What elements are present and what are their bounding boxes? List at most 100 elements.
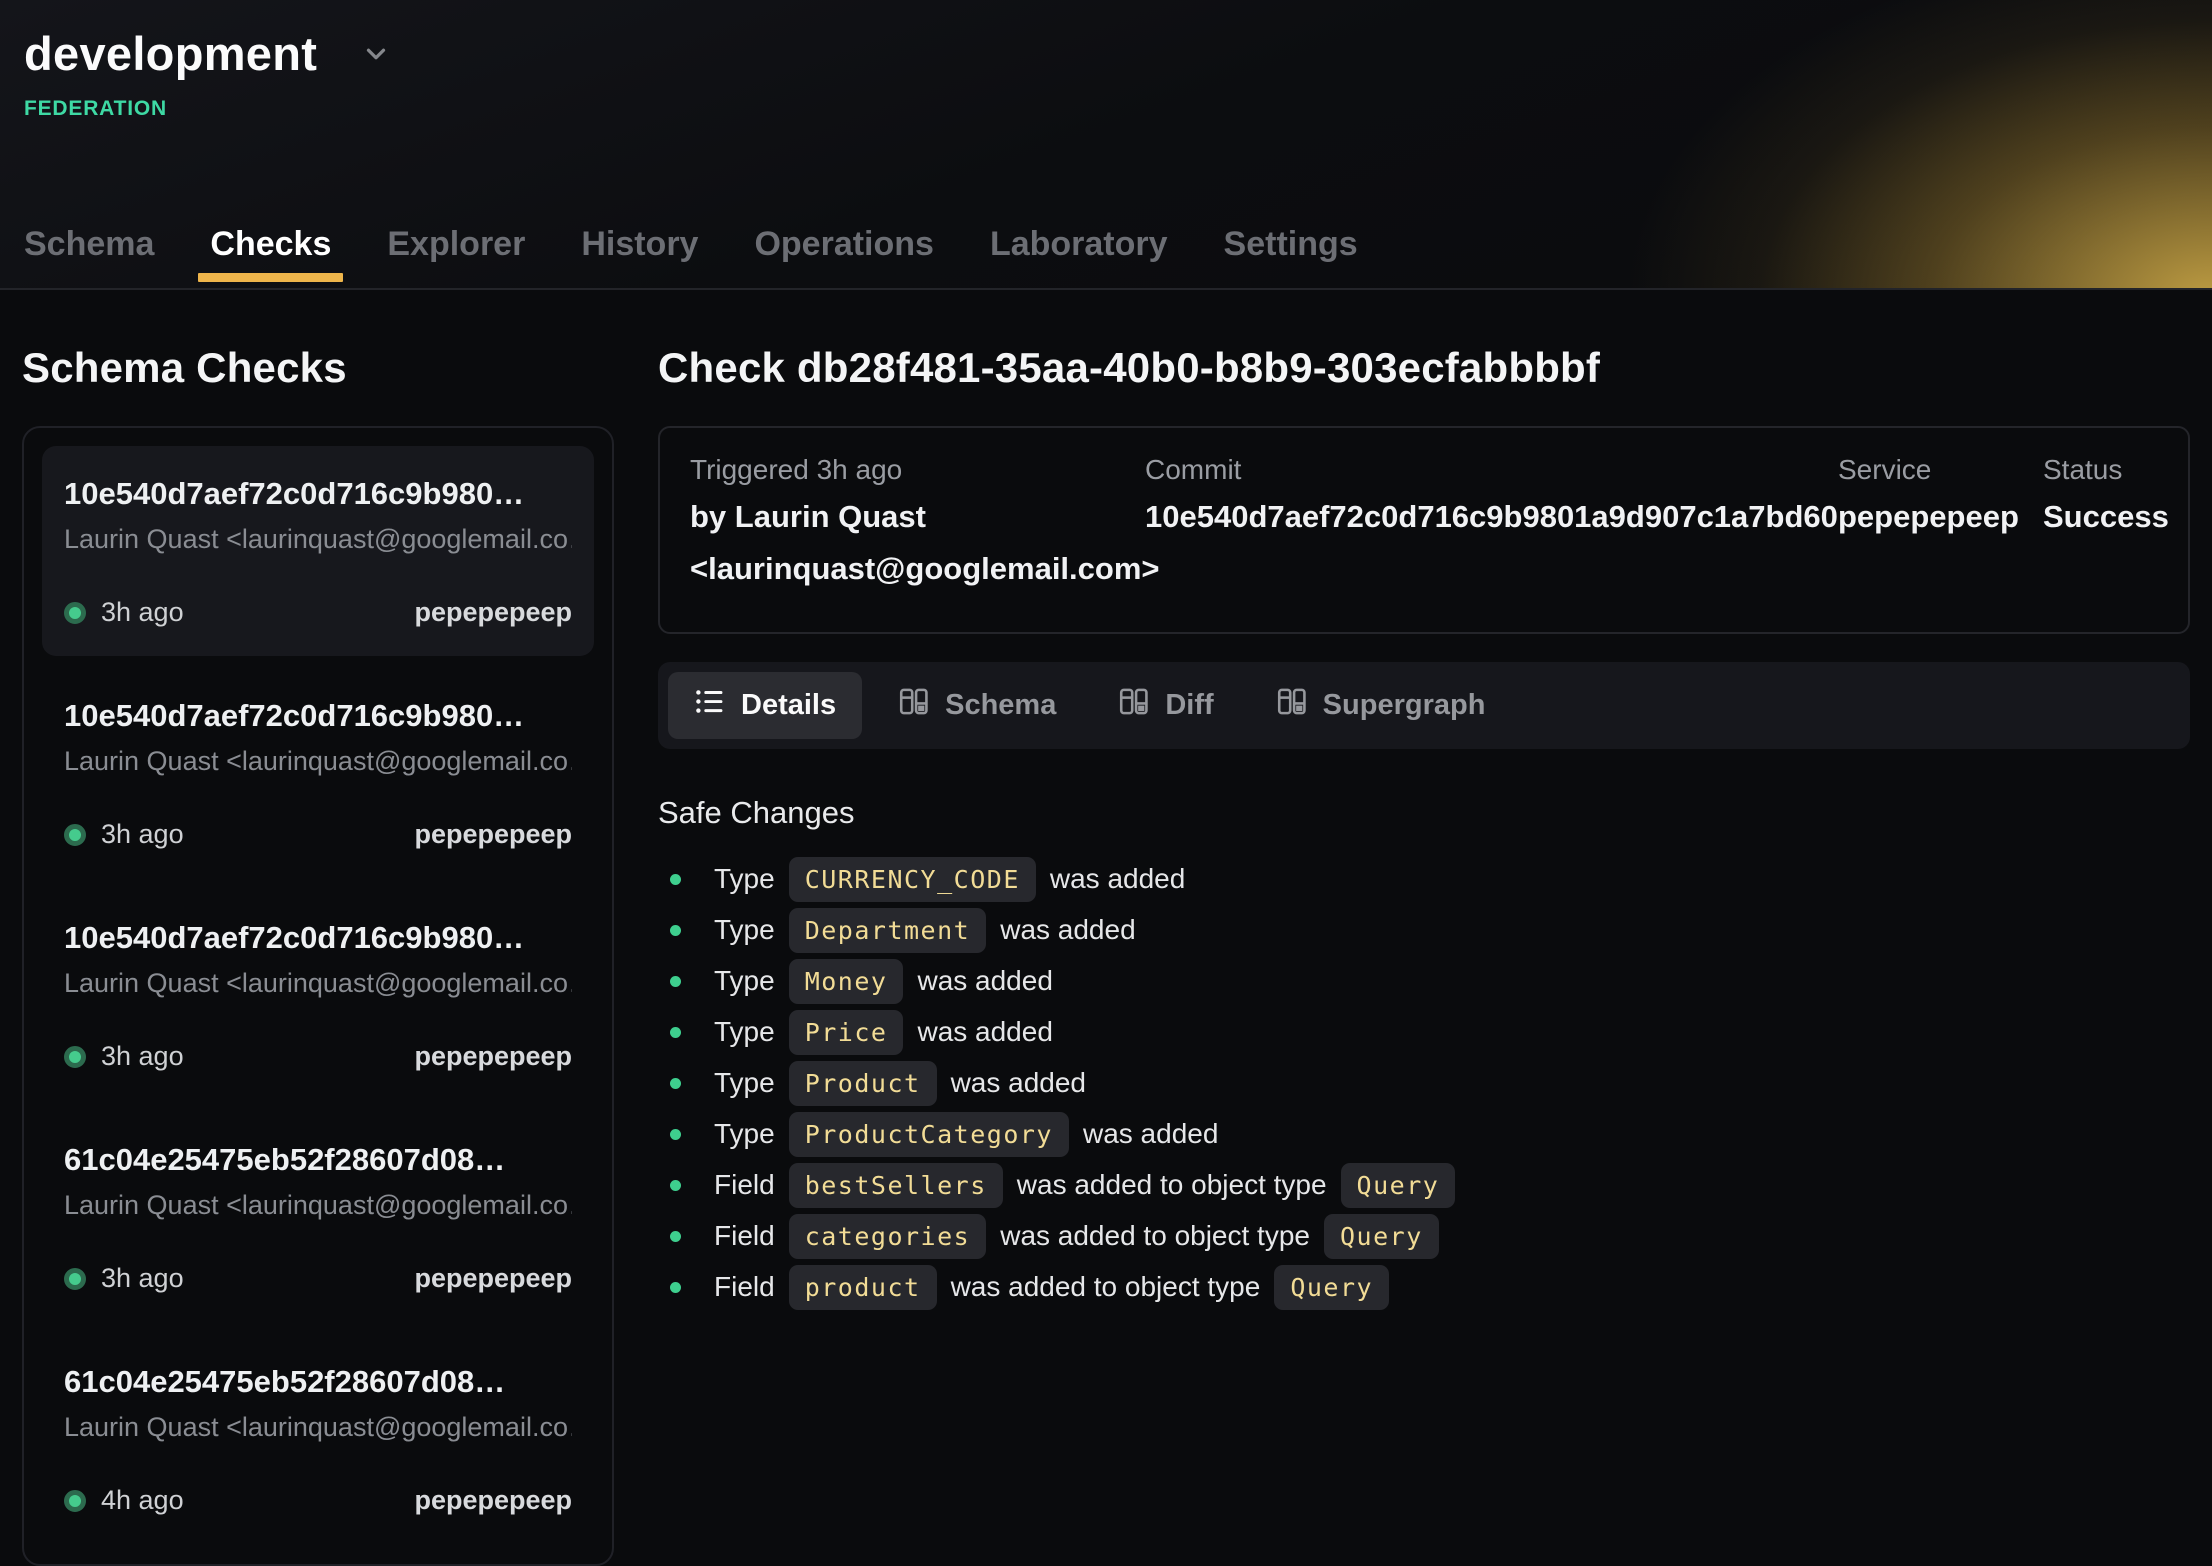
columns-icon	[1276, 686, 1307, 725]
code-chip: CURRENCY_CODE	[789, 857, 1036, 902]
check-service: pepepepeep	[414, 597, 572, 628]
tab-history[interactable]: History	[565, 225, 714, 290]
change-kind: Field	[714, 1169, 775, 1201]
view-tab-label: Schema	[945, 689, 1056, 722]
chevron-down-icon[interactable]	[361, 39, 391, 69]
triggered-email: <laurinquast@googlemail.com>	[690, 548, 1145, 590]
check-id: 10e540d7aef72c0d716c9b980…	[64, 698, 572, 734]
project-title-row: development	[24, 26, 2212, 81]
change-item: Type Price was added	[658, 1010, 2190, 1055]
change-item: Type Product was added	[658, 1061, 2190, 1106]
check-item-meta: 3h ago pepepepeep	[64, 1041, 572, 1072]
view-tab-label: Supergraph	[1323, 689, 1486, 722]
safe-changes-heading: Safe Changes	[658, 795, 2190, 831]
check-item-meta: 4h ago pepepepeep	[64, 1485, 572, 1516]
change-item: TypeProductCategorywas added	[658, 1112, 2190, 1157]
code-chip: Query	[1274, 1265, 1389, 1310]
check-item-meta: 3h ago pepepepeep	[64, 597, 572, 628]
change-text: was added	[1050, 863, 1185, 895]
columns-icon	[898, 686, 929, 725]
check-service: pepepepeep	[414, 1041, 572, 1072]
check-author: Laurin Quast <laurinquast@googlemail.co…	[64, 746, 572, 777]
service-label: Service	[1838, 454, 2043, 486]
code-chip: categories	[789, 1214, 987, 1259]
change-kind: Type	[714, 914, 775, 946]
change-text: was added	[951, 1067, 1086, 1099]
change-kind: Type	[714, 863, 775, 895]
view-tab-label: Diff	[1165, 689, 1213, 722]
tab-schema[interactable]: Schema	[8, 225, 170, 290]
check-service: pepepepeep	[414, 1485, 572, 1516]
check-service: pepepepeep	[414, 819, 572, 850]
check-list-item[interactable]: 10e540d7aef72c0d716c9b980…Laurin Quast <…	[42, 446, 594, 656]
project-header: development FEDERATION Schema Checks Explo…	[0, 0, 2212, 290]
view-tab-diff[interactable]: Diff	[1092, 672, 1239, 739]
commit-label: Commit	[1145, 454, 1838, 486]
tab-explorer[interactable]: Explorer	[371, 225, 541, 290]
code-chip: Product	[789, 1061, 937, 1106]
change-kind: Type	[714, 1067, 775, 1099]
code-chip: bestSellers	[789, 1163, 1003, 1208]
main-content: Schema Checks 10e540d7aef72c0d716c9b980……	[0, 290, 2212, 1566]
check-list-item[interactable]: 61c04e25475eb52f28607d08…Laurin Quast <l…	[42, 1334, 594, 1544]
bullet-dot-icon	[670, 1078, 681, 1089]
code-chip: Query	[1324, 1214, 1439, 1259]
meta-commit-column: Commit 10e540d7aef72c0d716c9b9801a9d907c…	[1145, 454, 1838, 590]
triggered-by: by Laurin Quast	[690, 496, 1145, 538]
check-list-item[interactable]: 10e540d7aef72c0d716c9b980… Laurin Quast <…	[42, 668, 594, 878]
check-time: 3h ago	[101, 597, 184, 628]
change-kind: Field	[714, 1220, 775, 1252]
change-text: was added to object type	[1017, 1169, 1327, 1201]
project-title: development	[24, 26, 317, 81]
tab-laboratory[interactable]: Laboratory	[974, 225, 1184, 290]
check-author: Laurin Quast <laurinquast@googlemail.co…	[64, 1190, 572, 1221]
view-tab-details[interactable]: Details	[668, 672, 862, 739]
status-dot-icon	[64, 1490, 86, 1512]
check-item-meta: 3h ago pepepepeep	[64, 819, 572, 850]
tab-operations[interactable]: Operations	[738, 225, 949, 290]
change-kind: Type	[714, 965, 775, 997]
bullet-dot-icon	[670, 976, 681, 987]
schema-checks-heading: Schema Checks	[22, 344, 614, 392]
code-chip: Price	[789, 1010, 904, 1055]
check-list-item[interactable]: 10e540d7aef72c0d716c9b980…Laurin Quast <…	[42, 890, 594, 1100]
bullet-dot-icon	[670, 1129, 681, 1140]
view-tab-supergraph[interactable]: Supergraph	[1250, 672, 1512, 739]
project-type-badge: FEDERATION	[24, 97, 2212, 121]
schema-checks-panel: Schema Checks 10e540d7aef72c0d716c9b980……	[22, 290, 614, 1566]
change-text: was added	[917, 1016, 1052, 1048]
check-time: 3h ago	[101, 1263, 184, 1294]
check-meta-box: Triggered 3h ago by Laurin Quast <laurin…	[658, 426, 2190, 634]
tab-checks[interactable]: Checks	[194, 225, 347, 290]
check-time: 3h ago	[101, 1041, 184, 1072]
check-time: 3h ago	[101, 819, 184, 850]
status-dot-icon	[64, 1268, 86, 1290]
change-item: Fieldproductwas added to object typeQuer…	[658, 1265, 2190, 1310]
check-time: 4h ago	[101, 1485, 184, 1516]
code-chip: product	[789, 1265, 937, 1310]
code-chip: Department	[789, 908, 987, 953]
check-list-item[interactable]: 61c04e25475eb52f28607d08…Laurin Quast <l…	[42, 1112, 594, 1322]
page: development FEDERATION Schema Checks Explo…	[0, 0, 2212, 1566]
check-id: 61c04e25475eb52f28607d08…	[64, 1364, 572, 1400]
bullet-dot-icon	[670, 1180, 681, 1191]
change-item: Fieldcategorieswas added to object typeQ…	[658, 1214, 2190, 1259]
columns-icon	[1118, 686, 1149, 725]
service-value: pepepepeep	[1838, 496, 2043, 538]
list-icon	[694, 686, 725, 725]
bullet-dot-icon	[670, 874, 681, 885]
status-label: Status	[2043, 454, 2158, 486]
check-detail-panel: Check db28f481-35aa-40b0-b8b9-303ecfabbb…	[658, 290, 2190, 1566]
change-item: Type CURRENCY_CODE was added	[658, 857, 2190, 902]
status-value: Success	[2043, 496, 2158, 538]
status-dot-icon	[64, 824, 86, 846]
check-item-meta: 3h agopepepepeep	[64, 1263, 572, 1294]
view-tab-schema[interactable]: Schema	[872, 672, 1082, 739]
commit-hash: 10e540d7aef72c0d716c9b9801a9d907c1a7bd60	[1145, 496, 1838, 538]
checks-list: 10e540d7aef72c0d716c9b980… Laurin Quast <…	[22, 426, 614, 1566]
bullet-dot-icon	[670, 1282, 681, 1293]
change-kind: Type	[714, 1016, 775, 1048]
tab-settings[interactable]: Settings	[1208, 225, 1374, 290]
code-chip: Money	[789, 959, 904, 1004]
status-dot-icon	[64, 1046, 86, 1068]
